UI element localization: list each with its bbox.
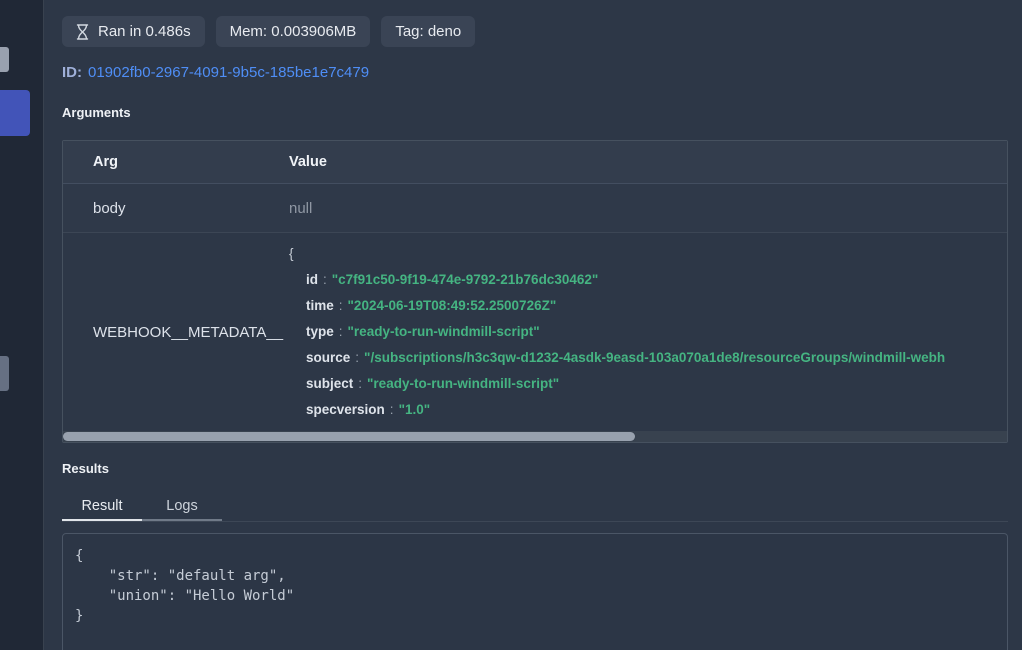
object-key: specversion — [306, 402, 385, 417]
tab-logs[interactable]: Logs — [142, 492, 222, 521]
object-entry: specversion: "1.0" — [289, 397, 1007, 423]
open-brace: { — [289, 241, 1007, 267]
table-row: body null — [63, 184, 1007, 233]
object-key: time — [306, 298, 334, 313]
job-id-label: ID: — [62, 64, 82, 81]
col-header-arg: Arg — [63, 154, 289, 170]
horizontal-scrollbar[interactable] — [63, 431, 1007, 442]
code-line: "union": "Hello World" — [75, 586, 995, 606]
table-row: WEBHOOK__METADATA__ { id: "c7f91c50-9f19-… — [63, 233, 1007, 431]
key-value-separator: : — [339, 324, 343, 339]
object-key: source — [306, 350, 350, 365]
memory-badge: Mem: 0.003906MB — [216, 16, 371, 47]
sidebar-item[interactable] — [0, 47, 9, 72]
result-json-block: { "str": "default arg", "union": "Hello … — [62, 533, 1008, 650]
key-value-separator: : — [390, 402, 394, 417]
table-header-row: Arg Value — [63, 141, 1007, 184]
tab-result[interactable]: Result — [62, 492, 142, 521]
object-entry: time: "2024-06-19T08:49:52.2500726Z" — [289, 293, 1007, 319]
scrollbar-thumb[interactable] — [63, 432, 635, 441]
arguments-table: Arg Value body null WEBHOOK__METADATA__ … — [62, 140, 1008, 443]
job-id-line: ID: 01902fb0-2967-4091-9b5c-185be1e7c479 — [62, 64, 369, 81]
object-value: "ready-to-run-windmill-script" — [348, 324, 540, 339]
object-entry: type: "ready-to-run-windmill-script" — [289, 319, 1007, 345]
key-value-separator: : — [358, 376, 362, 391]
runtime-badge-label: Ran in 0.486s — [98, 23, 191, 40]
key-value-separator: : — [323, 272, 327, 287]
hourglass-icon — [76, 24, 89, 40]
object-value: "/subscriptions/h3c3qw-d1232-4asdk-9easd… — [364, 350, 945, 365]
job-stats-row: Ran in 0.486s Mem: 0.003906MB Tag: deno — [62, 16, 475, 47]
job-run-page: Ran in 0.486s Mem: 0.003906MB Tag: deno … — [0, 0, 1022, 650]
object-key: type — [306, 324, 334, 339]
arg-value-null: null — [289, 200, 1007, 217]
arg-name: WEBHOOK__METADATA__ — [63, 241, 289, 423]
key-value-separator: : — [339, 298, 343, 313]
object-entry: id: "c7f91c50-9f19-474e-9792-21b76dc30462… — [289, 267, 1007, 293]
col-header-value: Value — [289, 154, 1007, 170]
key-value-separator: : — [355, 350, 359, 365]
code-line: { — [75, 546, 995, 566]
results-tabs: Result Logs — [62, 492, 1008, 522]
arg-name: body — [63, 200, 289, 217]
runtime-badge: Ran in 0.486s — [62, 16, 205, 47]
object-value: "c7f91c50-9f19-474e-9792-21b76dc30462" — [332, 272, 599, 287]
arguments-heading: Arguments — [62, 105, 131, 120]
sidebar — [0, 0, 44, 650]
object-key: subject — [306, 376, 353, 391]
code-line: "str": "default arg", — [75, 566, 995, 586]
job-id-value[interactable]: 01902fb0-2967-4091-9b5c-185be1e7c479 — [88, 64, 369, 81]
object-value: "ready-to-run-windmill-script" — [367, 376, 559, 391]
object-key: id — [306, 272, 318, 287]
sidebar-item[interactable] — [0, 356, 9, 391]
object-entry: source: "/subscriptions/h3c3qw-d1232-4asd… — [289, 345, 1007, 371]
object-viewer: { id: "c7f91c50-9f19-474e-9792-21b76dc304… — [289, 241, 1007, 423]
memory-badge-label: Mem: 0.003906MB — [230, 23, 357, 40]
tag-badge: Tag: deno — [381, 16, 475, 47]
object-entry: subject: "ready-to-run-windmill-script" — [289, 371, 1007, 397]
object-value: "2024-06-19T08:49:52.2500726Z" — [348, 298, 557, 313]
tag-badge-label: Tag: deno — [395, 23, 461, 40]
sidebar-item-active[interactable] — [0, 90, 30, 136]
results-heading: Results — [62, 461, 109, 476]
code-line: } — [75, 606, 995, 626]
object-value: "1.0" — [399, 402, 431, 417]
